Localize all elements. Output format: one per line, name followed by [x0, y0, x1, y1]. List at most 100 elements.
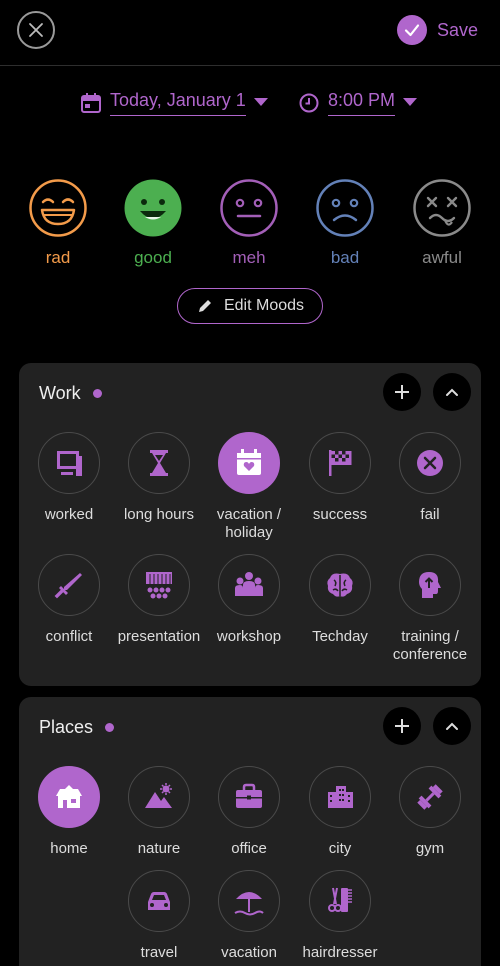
activity-label: city — [328, 840, 352, 857]
activity-label: hairdresser — [302, 944, 378, 961]
mood-good[interactable]: good — [113, 178, 193, 268]
head-arrow-icon — [399, 554, 461, 616]
house-icon — [38, 766, 100, 828]
time-value: 8:00 PM — [328, 90, 396, 116]
new-indicator-dot — [105, 723, 115, 732]
plus-icon — [395, 719, 409, 733]
activity-office[interactable]: office — [204, 766, 294, 858]
group-icon — [218, 554, 280, 616]
activity-nature[interactable]: nature — [114, 766, 204, 858]
mood-rad[interactable]: rad — [18, 178, 98, 268]
mood-label: rad — [45, 248, 71, 267]
meh-face-icon — [220, 179, 278, 237]
comb-scissors-icon — [309, 870, 371, 932]
activity-worked[interactable]: worked — [24, 432, 114, 524]
date-picker[interactable]: Today, January 1 — [80, 90, 268, 116]
clock-icon — [299, 93, 319, 113]
activity-home[interactable]: home — [24, 766, 114, 858]
activity-label: worked — [44, 506, 94, 523]
sword-icon — [38, 554, 100, 616]
activity-label: travel — [140, 944, 178, 961]
activity-label: Techday — [312, 628, 368, 645]
rad-face-icon — [29, 179, 87, 237]
activity-label: fail — [420, 506, 440, 523]
x-circle-icon — [399, 432, 461, 494]
hourglass-icon — [128, 432, 190, 494]
good-face-icon — [124, 179, 182, 237]
activity-label: home — [50, 840, 88, 857]
activity-fail[interactable]: fail — [385, 432, 475, 524]
mood-meh[interactable]: meh — [209, 178, 289, 268]
activity-conflict[interactable]: conflict — [24, 554, 114, 646]
activity-label: long hours — [123, 506, 195, 523]
mountain-sun-icon — [128, 766, 190, 828]
time-picker[interactable]: 8:00 PM — [298, 90, 418, 116]
activity-label: vacation / holiday — [216, 506, 282, 541]
save-label: Save — [436, 19, 478, 40]
activity-long-hours[interactable]: long hours — [114, 432, 204, 524]
edit-moods-button[interactable]: Edit Moods — [177, 288, 323, 324]
save-button[interactable]: Save — [396, 14, 478, 46]
activity-label: presentation — [117, 628, 201, 645]
activity-hairdresser[interactable]: hairdresser — [295, 870, 385, 962]
date-value: Today, January 1 — [110, 90, 246, 116]
chevron-down-icon — [403, 97, 418, 106]
activity-group-work: Work worked long hours vacation / holida… — [19, 363, 481, 686]
activity-label: gym — [415, 840, 445, 857]
collapse-group-button[interactable] — [433, 707, 471, 745]
car-icon — [128, 870, 190, 932]
calendar-heart-icon — [218, 432, 280, 494]
chevron-down-icon — [253, 97, 268, 106]
group-title: Places — [39, 717, 115, 738]
add-activity-button[interactable] — [383, 707, 421, 745]
date-time-row: Today, January 1 8:00 PM — [0, 90, 500, 124]
activity-workshop[interactable]: workshop — [204, 554, 294, 646]
activity-label: workshop — [216, 628, 282, 645]
chevron-up-icon — [446, 722, 458, 730]
mood-label: good — [134, 248, 172, 267]
activity-label: training / conference — [392, 628, 468, 663]
activity-group-places: Places home nature office city gym trave… — [19, 697, 481, 966]
edit-moods-label: Edit Moods — [223, 297, 305, 314]
buildings-icon — [309, 766, 371, 828]
bad-face-icon — [316, 179, 374, 237]
new-indicator-dot — [92, 389, 102, 398]
collapse-group-button[interactable] — [433, 373, 471, 411]
activity-gym[interactable]: gym — [385, 766, 475, 858]
monitor-icon — [38, 432, 100, 494]
beach-umbrella-icon — [218, 870, 280, 932]
pencil-icon — [198, 300, 211, 312]
mood-label: awful — [422, 248, 462, 267]
plus-icon — [395, 385, 409, 399]
close-icon — [29, 23, 43, 37]
activity-presentation[interactable]: presentation — [114, 554, 204, 646]
dumbbell-icon — [399, 766, 461, 828]
activity-vacation-holiday[interactable]: vacation / holiday — [204, 432, 294, 542]
activity-city[interactable]: city — [295, 766, 385, 858]
checkered-flag-icon — [309, 432, 371, 494]
activity-label: office — [231, 840, 267, 857]
activity-label: nature — [137, 840, 181, 857]
chevron-up-icon — [446, 388, 458, 396]
close-button[interactable] — [17, 11, 55, 49]
check-icon — [396, 15, 427, 45]
group-title: Work — [39, 383, 102, 404]
activity-techday[interactable]: Techday — [295, 554, 385, 646]
mood-awful[interactable]: awful — [402, 178, 482, 268]
stage-audience-icon — [128, 554, 190, 616]
awful-face-icon — [413, 179, 471, 237]
top-bar: Save — [0, 0, 500, 66]
mood-selector: rad good meh bad awful — [0, 178, 500, 270]
activity-training-conference[interactable]: training / conference — [385, 554, 475, 664]
activity-label: success — [312, 506, 368, 523]
activity-travel[interactable]: travel — [114, 870, 204, 962]
group-title-text: Places — [39, 717, 94, 737]
mood-bad[interactable]: bad — [305, 178, 385, 268]
activity-success[interactable]: success — [295, 432, 385, 524]
add-activity-button[interactable] — [383, 373, 421, 411]
mood-label: meh — [232, 248, 266, 267]
group-title-text: Work — [39, 383, 81, 403]
activity-vacation[interactable]: vacation — [204, 870, 294, 962]
briefcase-icon — [218, 766, 280, 828]
mood-label: bad — [330, 248, 360, 267]
